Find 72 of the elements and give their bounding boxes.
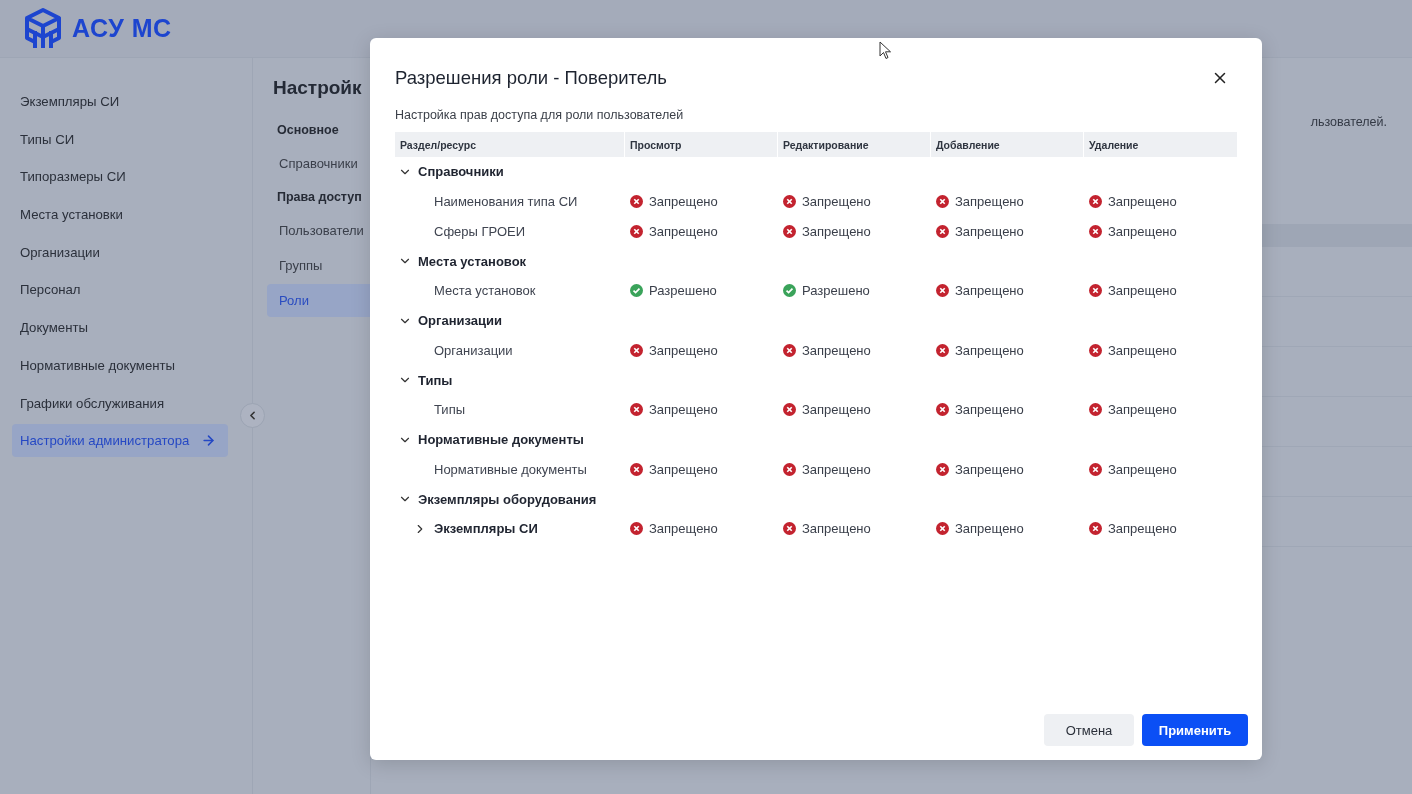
cancel-button[interactable]: Отмена (1044, 714, 1134, 746)
resource-label: Типы (434, 402, 465, 418)
permission-status: Запрещено (955, 402, 1024, 418)
dialog-title: Разрешения роли - Поверитель (395, 67, 667, 89)
sidebar-item[interactable]: Нормативные документы (12, 348, 228, 382)
permission-status: Запрещено (1108, 402, 1177, 418)
resource-label: Нормативные документы (434, 461, 587, 477)
permission-status: Запрещено (1108, 223, 1177, 239)
logo-icon (22, 6, 64, 51)
permission-status: Запрещено (955, 342, 1024, 358)
resource-label: Места установок (434, 283, 536, 299)
column-header: Редактирование (778, 132, 931, 157)
sidebar-item[interactable]: Графики обслуживания (12, 386, 228, 420)
column-header: Добавление (931, 132, 1084, 157)
resource-label: Организации (434, 342, 513, 358)
permission-status: Запрещено (649, 461, 718, 477)
permission-status: Запрещено (802, 461, 871, 477)
nav-section-heading: Основное (277, 123, 340, 139)
collapse-button[interactable] (240, 403, 265, 428)
permission-status: Запрещено (649, 402, 718, 418)
group-label: Нормативные документы (418, 432, 584, 448)
page-title: Настройк (273, 77, 363, 99)
sidebar-item[interactable]: Места установки (12, 198, 228, 232)
permission-status: Запрещено (649, 223, 718, 239)
permission-status: Запрещено (802, 402, 871, 418)
apply-button[interactable]: Применить (1142, 714, 1248, 746)
sidebar-item[interactable]: Типоразмеры СИ (12, 160, 228, 194)
column-header: Просмотр (625, 132, 778, 157)
group-label: Справочники (418, 164, 504, 180)
sidebar-item[interactable]: Экземпляры СИ (12, 85, 228, 118)
permission-status: Запрещено (802, 521, 871, 537)
group-label: Места установок (418, 253, 527, 269)
permission-status: Запрещено (955, 283, 1024, 299)
permission-status: Запрещено (955, 194, 1024, 210)
column-header: Удаление (1084, 132, 1238, 157)
permission-status: Запрещено (802, 194, 871, 210)
resource-label: Наименования типа СИ (434, 194, 578, 210)
sidebar-item[interactable]: Настройки администратора (12, 424, 228, 458)
permission-status: Запрещено (1108, 194, 1177, 210)
permission-status: Запрещено (802, 342, 871, 358)
arrow-right-icon (201, 433, 217, 449)
sidebar-item[interactable]: Типы СИ (12, 122, 228, 156)
sidebar-item[interactable]: Документы (12, 311, 228, 345)
permission-status: Запрещено (955, 521, 1024, 537)
cursor-icon (879, 41, 892, 60)
nav-item[interactable]: Справочники (267, 147, 370, 180)
group-label: Организации (418, 313, 503, 329)
permission-status: Разрешено (802, 283, 870, 299)
nav-item[interactable]: Пользователи (267, 214, 370, 247)
nav-section-heading: Права доступ (277, 190, 363, 206)
permission-status: Запрещено (1108, 521, 1177, 537)
nav-item[interactable]: Группы (267, 249, 370, 282)
sidebar-item[interactable]: Персонал (12, 273, 228, 307)
permission-status: Запрещено (649, 194, 718, 210)
permission-status: Запрещено (802, 223, 871, 239)
dialog-subtitle: Настройка прав доступа для роли пользователей (395, 108, 685, 124)
app-logo: АСУ МС (72, 14, 172, 43)
permission-status: Запрещено (649, 342, 718, 358)
permission-status: Запрещено (1108, 342, 1177, 358)
column-header: Раздел/ресурс (395, 132, 625, 157)
permission-status: Запрещено (955, 223, 1024, 239)
group-label: Типы (418, 372, 453, 388)
permission-status: Запрещено (1108, 461, 1177, 477)
permission-status: Запрещено (649, 521, 718, 537)
resource-label: Сферы ГРОЕИ (434, 223, 526, 239)
page-description: льзователей. (1310, 115, 1387, 129)
sidebar-item[interactable]: Организации (12, 235, 228, 269)
permission-status: Разрешено (649, 283, 717, 299)
resource-label: Экземпляры СИ (434, 521, 538, 537)
group-label: Экземпляры оборудования (418, 491, 597, 507)
permission-status: Запрещено (1108, 283, 1177, 299)
permission-status: Запрещено (955, 461, 1024, 477)
